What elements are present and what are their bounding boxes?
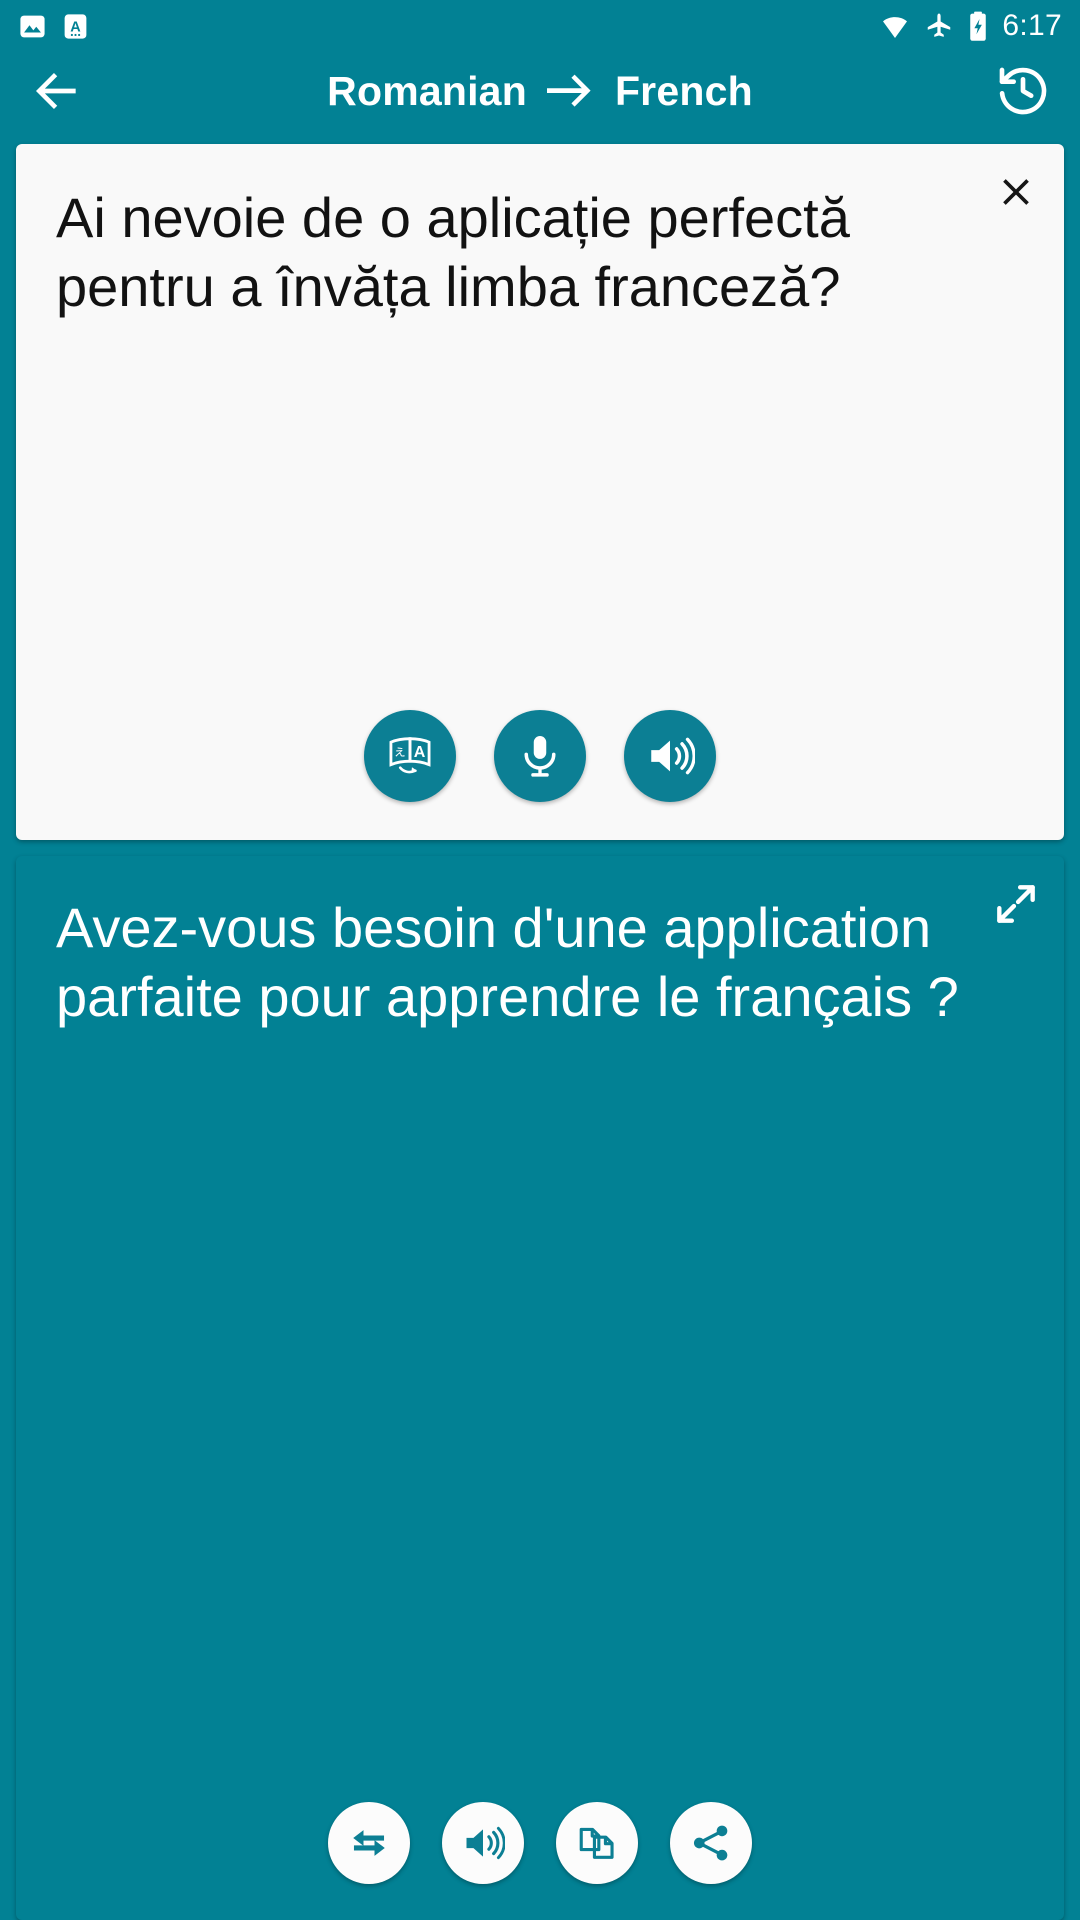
status-bar: A 6:17	[0, 0, 1080, 52]
back-button[interactable]	[26, 60, 88, 122]
microphone-button[interactable]	[494, 710, 586, 802]
svg-text:ぇ: ぇ	[393, 744, 407, 760]
battery-charging-icon	[967, 11, 989, 42]
image-notification-icon	[18, 12, 47, 41]
target-text[interactable]: Avez-vous besoin d'une application parfa…	[16, 856, 1064, 1032]
close-icon[interactable]	[968, 144, 1064, 240]
translate-button[interactable]: ぇ A	[364, 710, 456, 802]
speak-source-button[interactable]	[624, 710, 716, 802]
share-button[interactable]	[670, 1802, 752, 1884]
text-notification-icon: A	[61, 12, 90, 41]
source-text-card: Ai nevoie de o aplicație perfectă pentru…	[16, 144, 1064, 840]
expand-icon[interactable]	[968, 856, 1064, 952]
target-text-card: Avez-vous besoin d'une application parfa…	[16, 856, 1064, 1920]
arrow-right-icon	[545, 71, 597, 111]
translation-content: Ai nevoie de o aplicație perfectă pentru…	[0, 130, 1080, 1920]
page-title: Romanian French	[0, 68, 1080, 115]
target-language-label: French	[614, 67, 753, 114]
history-button[interactable]	[992, 60, 1054, 122]
status-bar-indicators: 6:17	[879, 9, 1062, 43]
app-screen: A 6:17 Romanian French Ai nevoie de o ap…	[0, 0, 1080, 1920]
source-text[interactable]: Ai nevoie de o aplicație perfectă pentru…	[16, 144, 1064, 322]
svg-text:A: A	[414, 743, 426, 761]
copy-button[interactable]	[556, 1802, 638, 1884]
airplane-mode-icon	[924, 11, 954, 41]
target-actions	[16, 1802, 1064, 1884]
app-bar: Romanian French	[0, 52, 1080, 130]
speak-target-button[interactable]	[442, 1802, 524, 1884]
swap-languages-button[interactable]	[328, 1802, 410, 1884]
source-actions: ぇ A	[16, 710, 1064, 802]
source-language-label: Romanian	[327, 67, 527, 114]
svg-text:A: A	[70, 19, 81, 35]
wifi-icon	[879, 10, 911, 42]
status-bar-notifications: A	[18, 12, 90, 41]
status-bar-clock: 6:17	[1002, 9, 1062, 42]
